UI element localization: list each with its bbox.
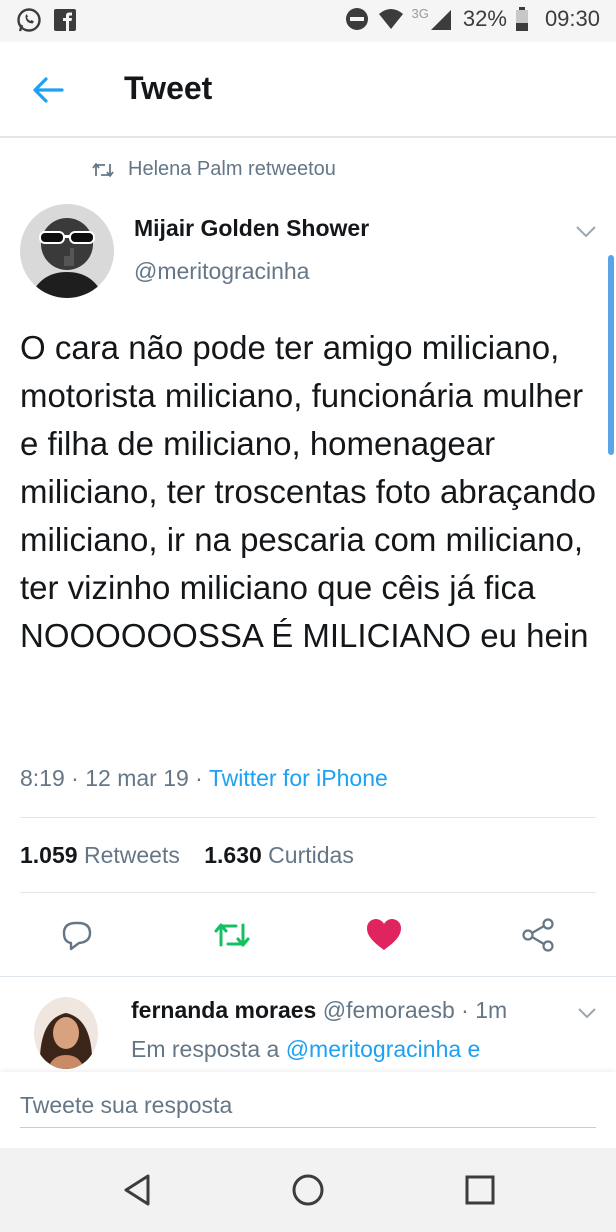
- wifi-icon: [378, 9, 403, 29]
- page-title: Tweet: [124, 70, 213, 106]
- system-nav-bar: [0, 1148, 616, 1232]
- author-name[interactable]: Mijair Golden Shower: [134, 215, 369, 242]
- likes-count: 1.630: [204, 842, 262, 868]
- notification-icons: [16, 7, 78, 33]
- reply-author-handle[interactable]: @femoraesb: [323, 997, 455, 1023]
- author-handle[interactable]: @meritogracinha: [134, 258, 309, 285]
- signal-icon: [430, 10, 451, 30]
- tweet-date: 12 mar 19: [85, 765, 189, 791]
- likes-label: Curtidas: [268, 842, 354, 868]
- tweet-meta: 8:19 · 12 mar 19 · Twitter for iPhone: [20, 765, 388, 792]
- divider: [20, 892, 596, 893]
- reply-context: Em resposta a @meritogracinha e: [131, 1036, 480, 1063]
- reply-header: fernanda moraes @femoraesb · 1m: [131, 997, 507, 1024]
- app-bar: Tweet: [0, 42, 616, 138]
- share-icon[interactable]: [518, 915, 558, 955]
- back-arrow-icon[interactable]: [28, 72, 68, 108]
- system-status: 3G 32% 09:30: [344, 6, 600, 32]
- heart-icon[interactable]: [364, 915, 404, 955]
- retweets-stat[interactable]: 1.059 Retweets: [20, 842, 180, 868]
- meta-separator: ·: [71, 765, 86, 791]
- clock: 09:30: [544, 6, 600, 31]
- tweet-stats: 1.059 Retweets 1.630 Curtidas: [20, 842, 354, 869]
- chevron-down-icon[interactable]: [576, 1005, 598, 1021]
- reply-composer: [0, 1072, 616, 1142]
- recents-square-icon[interactable]: [458, 1168, 502, 1212]
- do-not-disturb-icon: [345, 8, 368, 30]
- status-bar: 3G 32% 09:30: [0, 0, 616, 42]
- facebook-icon: [54, 9, 76, 31]
- divider: [20, 817, 596, 818]
- reply-avatar[interactable]: [34, 997, 98, 1069]
- avatar-image: [34, 997, 98, 1069]
- tweet-source-link[interactable]: Twitter for iPhone: [209, 765, 388, 791]
- reply-mention-link[interactable]: @meritogracinha e: [286, 1036, 481, 1062]
- retweets-label: Retweets: [83, 842, 180, 868]
- likes-stat[interactable]: 1.630 Curtidas: [204, 842, 354, 868]
- retweet-context[interactable]: Helena Palm retweetou: [92, 158, 336, 181]
- retweet-context-label: Helena Palm retweetou: [128, 158, 336, 180]
- reply-input[interactable]: [20, 1084, 596, 1128]
- chevron-down-icon[interactable]: [574, 222, 598, 240]
- reply-author-name[interactable]: fernanda moraes: [131, 997, 316, 1023]
- tweet-time: 8:19: [20, 765, 65, 791]
- retweet-icon[interactable]: [212, 915, 252, 955]
- reply-tweet[interactable]: fernanda moraes @femoraesb · 1m Em respo…: [0, 976, 616, 1072]
- scrollbar[interactable]: [608, 255, 614, 455]
- whatsapp-icon: [17, 8, 41, 32]
- tweet-text: O cara não pode ter amigo miliciano, mot…: [20, 329, 596, 654]
- reply-context-prefix: Em resposta a: [131, 1036, 280, 1062]
- reply-time: 1m: [475, 997, 508, 1023]
- battery-percent: 32%: [462, 6, 507, 31]
- home-circle-icon[interactable]: [286, 1168, 330, 1212]
- battery-icon: [515, 7, 528, 31]
- author-avatar[interactable]: [20, 204, 114, 298]
- retweet-icon: [92, 162, 114, 177]
- meta-separator: ·: [461, 997, 476, 1023]
- back-triangle-icon[interactable]: [116, 1168, 160, 1212]
- reply-icon[interactable]: [56, 915, 96, 955]
- avatar-image: [20, 204, 114, 298]
- meta-separator: ·: [195, 765, 209, 791]
- network-type: 3G: [411, 5, 429, 21]
- retweets-count: 1.059: [20, 842, 78, 868]
